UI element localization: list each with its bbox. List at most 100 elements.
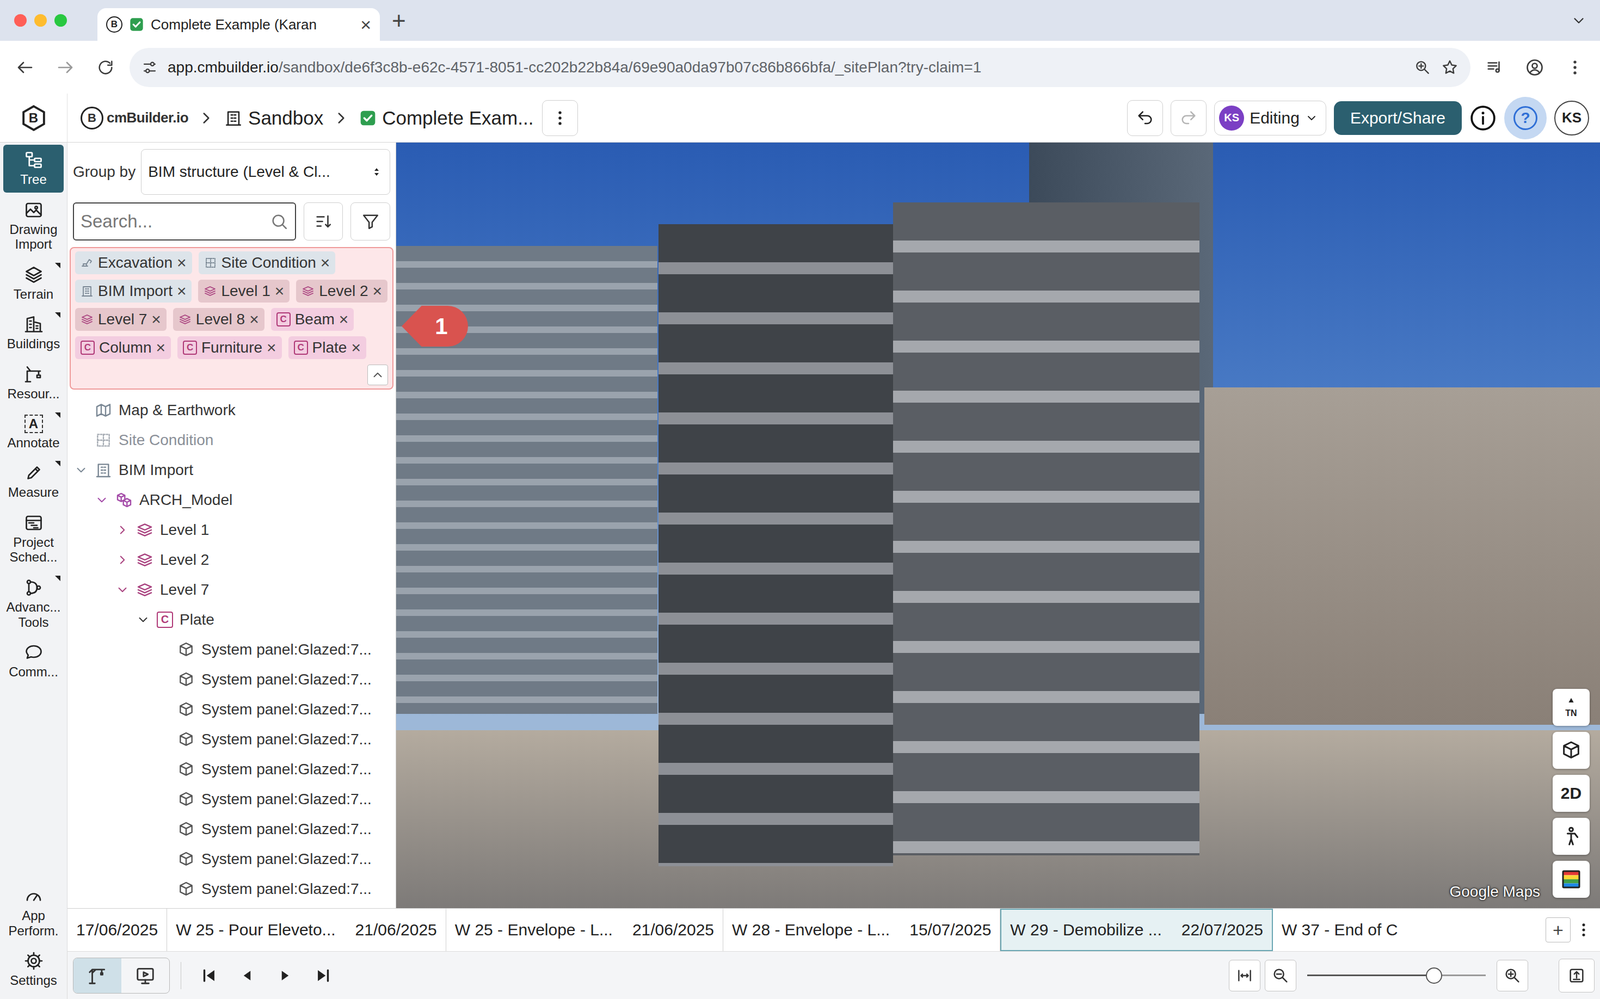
tab-close-button[interactable]: ×: [360, 15, 372, 34]
group-by-select[interactable]: BIM structure (Level & Cl...: [140, 149, 391, 195]
presentation-mode-button[interactable]: [121, 958, 170, 994]
chip-remove-button[interactable]: ×: [339, 311, 349, 328]
zoom-in-button[interactable]: [1496, 960, 1529, 992]
rail-item[interactable]: App Perform.: [3, 881, 64, 944]
timeline-entry[interactable]: W 28 - Envelope - L...15/07/2025: [723, 908, 1001, 952]
view-control-button[interactable]: [1552, 731, 1590, 769]
timeline-menu-button[interactable]: [1574, 921, 1593, 939]
expand-toggle[interactable]: [112, 522, 133, 538]
bookmark-button[interactable]: [1441, 58, 1459, 77]
rail-item[interactable]: Resour...: [3, 359, 64, 408]
collapse-chips-button[interactable]: [367, 364, 389, 386]
media-button[interactable]: [1478, 51, 1511, 84]
building-model[interactable]: [658, 224, 894, 867]
tab-search-button[interactable]: [1570, 12, 1587, 29]
tree-row[interactable]: Site Condition: [67, 425, 396, 455]
zoom-button[interactable]: [1413, 58, 1432, 77]
maximize-window-button[interactable]: [54, 14, 67, 27]
tree-row[interactable]: System panel:Glazed:7...: [67, 754, 396, 785]
add-timeline-button[interactable]: +: [1545, 917, 1571, 943]
minimize-window-button[interactable]: [34, 14, 47, 27]
expand-toggle[interactable]: [132, 612, 154, 627]
rail-item[interactable]: Terrain: [3, 259, 64, 308]
close-window-button[interactable]: [14, 14, 27, 27]
timeline-entry[interactable]: W 29 - Demobilize ...22/07/2025: [1000, 908, 1273, 952]
filter-chip[interactable]: Site Condition×: [198, 251, 336, 275]
site-info-button[interactable]: [141, 59, 158, 76]
breadcrumb-sandbox[interactable]: Sandbox: [224, 107, 324, 129]
next-button[interactable]: [268, 958, 303, 993]
browser-tab[interactable]: BComplete Example (Karan×: [97, 8, 380, 41]
tree-row[interactable]: System panel:Glazed:7...: [67, 694, 396, 725]
zoom-out-button[interactable]: [1264, 960, 1297, 992]
chip-remove-button[interactable]: ×: [274, 282, 285, 300]
filter-button[interactable]: [350, 202, 391, 241]
rail-item[interactable]: Buildings: [3, 309, 64, 358]
filter-chip[interactable]: Excavation×: [75, 251, 193, 275]
tree-row[interactable]: System panel:Glazed:7...: [67, 814, 396, 845]
rail-item[interactable]: Drawing Import: [3, 194, 64, 258]
chip-remove-button[interactable]: ×: [155, 339, 166, 356]
tree-row[interactable]: System panel:Glazed:7...: [67, 874, 396, 904]
rail-item[interactable]: Tree: [3, 144, 64, 193]
zoom-slider[interactable]: [1300, 964, 1493, 987]
view-control-button[interactable]: 2D: [1552, 774, 1590, 812]
reload-button[interactable]: [89, 51, 122, 84]
filter-chip[interactable]: BIM Import×: [75, 279, 192, 303]
tree-row[interactable]: System panel:Glazed:7...: [67, 634, 396, 665]
chip-remove-button[interactable]: ×: [372, 282, 383, 300]
rail-item[interactable]: AAnnotate: [3, 409, 64, 457]
filter-chip[interactable]: CColumn×: [75, 336, 171, 360]
skip-to-end-button[interactable]: [306, 958, 341, 993]
site-mode-button[interactable]: [73, 958, 122, 994]
tree-row[interactable]: Level 2: [67, 544, 396, 575]
help-button[interactable]: ?: [1504, 96, 1547, 140]
export-share-button[interactable]: Export/Share: [1333, 101, 1462, 135]
tree-row[interactable]: System panel:Glazed:7...: [67, 844, 396, 875]
building-model-side[interactable]: [893, 202, 1200, 856]
chip-remove-button[interactable]: ×: [266, 339, 277, 356]
expand-toggle[interactable]: [112, 552, 133, 568]
view-control-button[interactable]: TN: [1552, 688, 1590, 726]
tree-row[interactable]: Level 7: [67, 574, 396, 605]
fit-timeline-button[interactable]: [1228, 960, 1261, 992]
tree-row[interactable]: ARCH_Model: [67, 484, 396, 515]
rail-item[interactable]: Comm...: [3, 637, 64, 686]
chip-remove-button[interactable]: ×: [176, 254, 187, 272]
export-timeline-button[interactable]: [1558, 958, 1595, 993]
view-control-button[interactable]: [1552, 817, 1590, 855]
project-menu-button[interactable]: [542, 100, 578, 137]
chip-remove-button[interactable]: ×: [351, 339, 361, 356]
previous-button[interactable]: [230, 958, 264, 993]
tree-row[interactable]: CPlate: [67, 604, 396, 635]
tree-row[interactable]: System panel:Glazed:7...: [67, 664, 396, 695]
filter-chip[interactable]: Level 2×: [296, 279, 388, 303]
filter-chip[interactable]: Level 8×: [173, 308, 265, 331]
profile-button[interactable]: [1518, 51, 1552, 84]
info-button[interactable]: [1469, 104, 1497, 132]
timeline-entry[interactable]: W 25 - Pour Eleveto...21/06/2025: [167, 908, 447, 952]
expand-toggle[interactable]: [112, 582, 133, 598]
chip-remove-button[interactable]: ×: [176, 282, 187, 300]
tree-row[interactable]: System panel:Glazed:7...: [67, 724, 396, 755]
new-tab-button[interactable]: +: [391, 8, 406, 33]
brand-link[interactable]: BcmBuilder.io: [80, 106, 189, 130]
rail-item[interactable]: Advanc... Tools: [3, 572, 64, 636]
tree-row[interactable]: BIM Import: [67, 454, 396, 485]
filter-chip[interactable]: Level 7×: [75, 308, 167, 331]
rail-item[interactable]: Settings: [3, 945, 64, 994]
url-field[interactable]: app.cmbuilder.io/sandbox/de6f3c8b-e62c-4…: [129, 47, 1471, 88]
undo-button[interactable]: [1127, 100, 1163, 137]
rail-item[interactable]: Project Sched...: [3, 507, 64, 571]
back-button[interactable]: [8, 51, 42, 84]
skip-to-start-button[interactable]: [192, 958, 226, 993]
breadcrumb-project[interactable]: Complete Exam...: [359, 107, 534, 129]
redo-button[interactable]: [1170, 100, 1207, 137]
chip-remove-button[interactable]: ×: [151, 311, 162, 328]
forward-button[interactable]: [48, 51, 82, 84]
sort-button[interactable]: [303, 202, 344, 241]
filter-chip[interactable]: Level 1×: [198, 279, 290, 303]
timeline-entry[interactable]: 17/06/2025: [67, 908, 168, 952]
search-input[interactable]: Search...: [72, 202, 297, 241]
expand-toggle[interactable]: [91, 493, 113, 508]
